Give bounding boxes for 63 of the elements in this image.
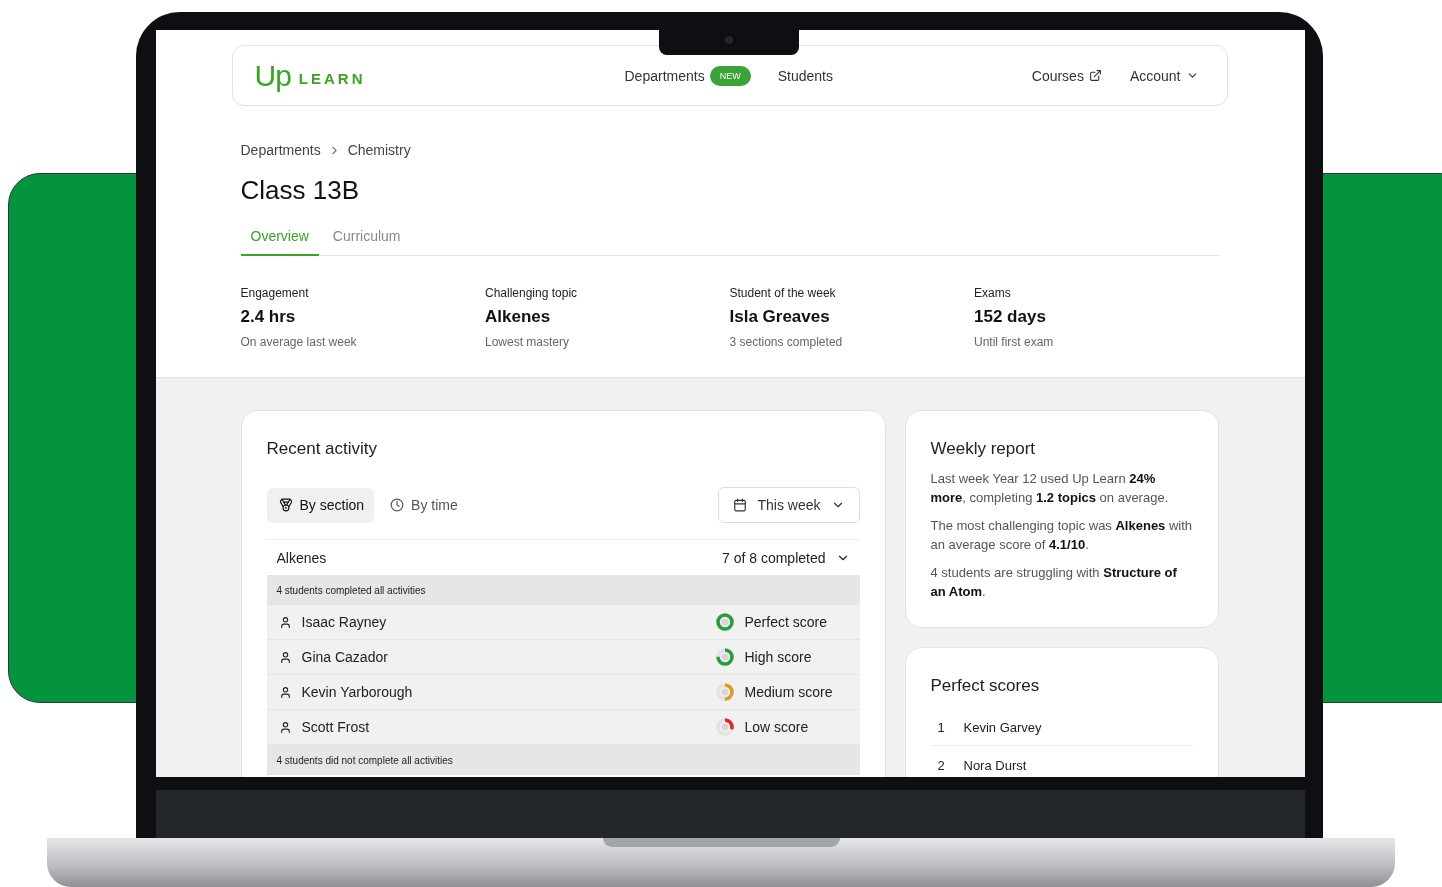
medal-icon xyxy=(278,498,293,512)
period-dropdown[interactable]: This week xyxy=(718,487,860,523)
student-row[interactable]: Isaac Rayney Perfect score xyxy=(266,605,860,640)
group-heading: 4 students did not complete all activities xyxy=(266,745,860,775)
nav-link[interactable]: Departments NEW xyxy=(624,65,751,86)
person-icon xyxy=(278,615,292,629)
stat-note: Lowest mastery xyxy=(485,335,571,349)
view-toggle[interactable]: By section xyxy=(266,487,375,523)
nav-link[interactable]: Students xyxy=(777,67,833,84)
report-paragraph: The most challenging topic was Alkenes with an average score of 4.1/10. xyxy=(930,517,1193,554)
student-row[interactable]: Kevin Yarborough Medium score xyxy=(266,675,860,710)
new-badge: NEW xyxy=(709,65,751,86)
card-title: Perfect scores xyxy=(930,676,1041,696)
breadcrumb-link[interactable]: Departments xyxy=(240,142,321,158)
report-paragraph: 4 students are struggling with Structure of an Atom. xyxy=(930,564,1178,601)
student-name: Kevin Garvey xyxy=(963,720,1042,735)
student-name: Scott Frost xyxy=(301,719,371,735)
score-ring-icon xyxy=(714,717,735,737)
stat-value: 2.4 hrs xyxy=(240,307,297,327)
student-name: Kevin Yarborough xyxy=(301,684,414,700)
stat-note: Until first exam xyxy=(974,335,1055,349)
person-icon xyxy=(278,650,292,664)
score-label: Perfect score xyxy=(744,614,828,630)
score-label: Medium score xyxy=(744,684,834,700)
stat-value: Alkenes xyxy=(485,307,552,327)
nav-link[interactable]: Account xyxy=(1129,67,1199,84)
score-label: Low score xyxy=(744,719,810,735)
score-ring-icon xyxy=(714,682,735,702)
stat-note: 3 sections completed xyxy=(729,335,844,349)
report-paragraph: Last week Year 12 used Up Learn 24% more, completing 1.2 topics on average. xyxy=(930,470,1170,507)
external-link-icon xyxy=(1088,69,1102,82)
card-title: Weekly report xyxy=(930,439,1037,459)
stat-value: 152 days xyxy=(974,307,1047,327)
view-toggle[interactable]: By time xyxy=(378,487,468,523)
stat-label: Exams xyxy=(974,286,1012,300)
logo-word: LEARN xyxy=(298,69,366,89)
student-row[interactable]: Gina Cazador High score xyxy=(266,640,860,675)
group-heading: 4 students completed all activities xyxy=(266,575,860,605)
clock-icon xyxy=(390,498,405,512)
rank-number: 1 xyxy=(937,720,946,735)
stat-note: On average last week xyxy=(240,335,358,349)
stat-label: Student of the week xyxy=(729,286,837,300)
score-ring-icon xyxy=(714,612,735,632)
stat-label: Challenging topic xyxy=(485,286,579,300)
tab[interactable]: Curriculum xyxy=(322,220,411,256)
stat-value: Isla Greaves xyxy=(729,307,831,327)
student-name: Isaac Rayney xyxy=(301,614,388,630)
rank-number: 2 xyxy=(937,758,946,773)
score-label: High score xyxy=(744,649,813,665)
nav-link[interactable]: Courses xyxy=(1031,67,1102,84)
score-ring-icon xyxy=(714,647,735,667)
section-progress: 7 of 8 completed xyxy=(722,549,826,566)
stat-label: Engagement xyxy=(240,286,310,300)
student-row[interactable]: Scott Frost Low score xyxy=(266,710,860,745)
person-icon xyxy=(278,685,292,699)
person-icon xyxy=(278,720,292,734)
calendar-icon xyxy=(733,498,748,512)
page-title: Class 13B xyxy=(240,175,360,206)
logo-mark: Up xyxy=(254,60,291,91)
student-name: Gina Cazador xyxy=(301,649,389,665)
card-title: Recent activity xyxy=(266,439,379,459)
student-name: Nora Durst xyxy=(963,758,1027,773)
breadcrumb-link[interactable]: Chemistry xyxy=(347,142,411,158)
